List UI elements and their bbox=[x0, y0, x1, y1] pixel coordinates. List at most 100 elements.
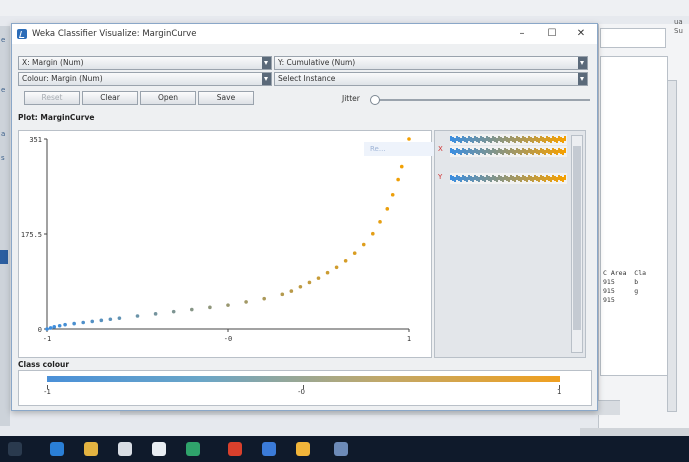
attribute-bar-mark bbox=[480, 148, 482, 153]
scrollbar-thumb[interactable] bbox=[573, 146, 581, 330]
margin-point bbox=[407, 137, 411, 141]
margin-point bbox=[378, 220, 382, 224]
attribute-bar-mark bbox=[466, 150, 468, 155]
margin-point bbox=[90, 319, 95, 324]
attribute-bar-mark bbox=[452, 137, 454, 142]
attribute-bar-mark bbox=[510, 175, 512, 180]
background-blue-tile bbox=[0, 250, 8, 264]
attribute-bar-mark bbox=[474, 175, 476, 180]
attribute-bar-mark bbox=[466, 138, 468, 143]
plot-area[interactable]: 0 175.5 351 -1 -0 1 Re... bbox=[18, 130, 450, 358]
store-icon[interactable] bbox=[118, 442, 132, 456]
attribute-bar-mark bbox=[478, 177, 480, 182]
chrome-icon[interactable] bbox=[296, 442, 310, 456]
attribute-bars-scrollbar[interactable] bbox=[571, 135, 583, 353]
margin-point bbox=[280, 292, 285, 297]
minimize-button[interactable]: – bbox=[508, 26, 536, 42]
y-axis-select-label: Y: Cumulative (Num) bbox=[278, 58, 356, 67]
x-tick-label: -1 bbox=[43, 335, 51, 343]
attribute-bar-mark bbox=[546, 175, 548, 180]
attribute-bar-mark bbox=[558, 148, 560, 153]
attribute-bar-mark bbox=[492, 148, 494, 153]
attribute-bar-mark bbox=[560, 137, 562, 142]
attribute-bar-mark bbox=[518, 176, 520, 181]
weka-taskbar-icon[interactable] bbox=[262, 442, 276, 456]
y-tick-label: 175.5 bbox=[21, 231, 42, 239]
document-icon[interactable] bbox=[334, 442, 348, 456]
attribute-bar-mark bbox=[510, 148, 512, 153]
margin-point bbox=[334, 265, 339, 270]
attribute-bar-mark bbox=[558, 136, 560, 141]
attribute-bar-cumulative[interactable] bbox=[450, 173, 567, 184]
background-left-strip: e e a s bbox=[0, 26, 10, 426]
task-view-icon[interactable] bbox=[8, 442, 22, 456]
class-colour-legend: -1 -0 1 bbox=[18, 370, 592, 406]
attribute-bar-mark bbox=[470, 137, 472, 142]
attribute-bar-mark bbox=[480, 136, 482, 141]
save-button[interactable]: Save bbox=[198, 91, 254, 105]
attribute-bar-mark bbox=[488, 149, 490, 154]
attribute-bar-mark bbox=[450, 175, 452, 180]
edge-browser-icon[interactable] bbox=[50, 442, 64, 456]
y-tick-label: 0 bbox=[38, 326, 42, 334]
instance-select-label: Select Instance bbox=[278, 74, 336, 83]
attribute-bar-mark bbox=[498, 148, 500, 153]
attribute-bar-mark bbox=[526, 138, 528, 143]
attribute-bar-mark bbox=[530, 149, 532, 154]
attribute-bar-mark bbox=[556, 150, 558, 155]
attribute-bar-mark bbox=[486, 148, 488, 153]
attribute-bar-mark bbox=[494, 137, 496, 142]
attribute-bar-mark bbox=[454, 177, 456, 182]
y-axis-select[interactable]: Y: Cumulative (Num) bbox=[274, 56, 588, 70]
attribute-bar-mark bbox=[536, 149, 538, 154]
jitter-slider-track[interactable] bbox=[372, 99, 590, 101]
office-icon[interactable] bbox=[228, 442, 242, 456]
classifier-output-content: C Area Cla 915 b 915 g 915 bbox=[603, 269, 647, 304]
attribute-bar-mark bbox=[560, 176, 562, 181]
attribute-bar-mark bbox=[544, 150, 546, 155]
open-button[interactable]: Open bbox=[140, 91, 196, 105]
window-titlebar[interactable]: Weka Classifier Visualize: MarginCurve –… bbox=[12, 24, 597, 44]
legend-min-label: -1 bbox=[44, 388, 51, 396]
attribute-bar-mark bbox=[504, 175, 506, 180]
margin-point bbox=[99, 318, 104, 323]
plot-label: Plot: MarginCurve bbox=[18, 113, 95, 122]
attribute-bar-mark bbox=[450, 136, 452, 141]
attribute-bar-mark bbox=[460, 138, 462, 143]
classifier-output-text[interactable]: C Area Cla 915 b 915 g 915 bbox=[600, 56, 668, 376]
background-search-field[interactable] bbox=[600, 28, 666, 48]
colour-select-label: Colour: Margin (Num) bbox=[22, 74, 103, 83]
margin-curve-chart[interactable]: 0 175.5 351 -1 -0 1 bbox=[19, 131, 431, 357]
file-explorer-icon[interactable] bbox=[84, 442, 98, 456]
attribute-bar-mark bbox=[536, 176, 538, 181]
attribute-bar-mark bbox=[534, 148, 536, 153]
colour-select[interactable]: Colour: Margin (Num) bbox=[18, 72, 272, 86]
reset-button[interactable]: Reset bbox=[24, 91, 80, 105]
attribute-bar-mark bbox=[532, 138, 534, 143]
jitter-slider-knob[interactable] bbox=[370, 95, 380, 105]
classifier-output-scrollbar[interactable] bbox=[667, 80, 677, 412]
attribute-bar-mark bbox=[520, 177, 522, 182]
x-axis-select[interactable]: X: Margin (Num) bbox=[18, 56, 272, 70]
attribute-bar-mark bbox=[526, 177, 528, 182]
attribute-bar-mark bbox=[504, 136, 506, 141]
attribute-bar-mark bbox=[482, 149, 484, 154]
margin-point bbox=[289, 289, 294, 293]
maximize-button[interactable]: ☐ bbox=[538, 26, 566, 42]
attribute-bar-mark bbox=[528, 136, 530, 141]
clear-button[interactable]: Clear bbox=[82, 91, 138, 105]
attribute-bar-mark bbox=[500, 149, 502, 154]
attribute-bar-mark bbox=[508, 150, 510, 155]
instance-select[interactable]: Select Instance bbox=[274, 72, 588, 86]
attribute-bar-margin[interactable] bbox=[450, 134, 567, 145]
margin-point bbox=[298, 284, 303, 289]
attribute-bar-mark bbox=[506, 176, 508, 181]
attribute-bar-mark bbox=[522, 148, 524, 153]
mail-icon[interactable] bbox=[152, 442, 166, 456]
attribute-bar-mark bbox=[538, 138, 540, 143]
attribute-bar-mark bbox=[474, 136, 476, 141]
close-button[interactable]: ✕ bbox=[567, 26, 595, 42]
attribute-bar-margin-selected[interactable] bbox=[450, 146, 567, 157]
attribute-bar-mark bbox=[496, 150, 498, 155]
whatsapp-icon[interactable] bbox=[186, 442, 200, 456]
